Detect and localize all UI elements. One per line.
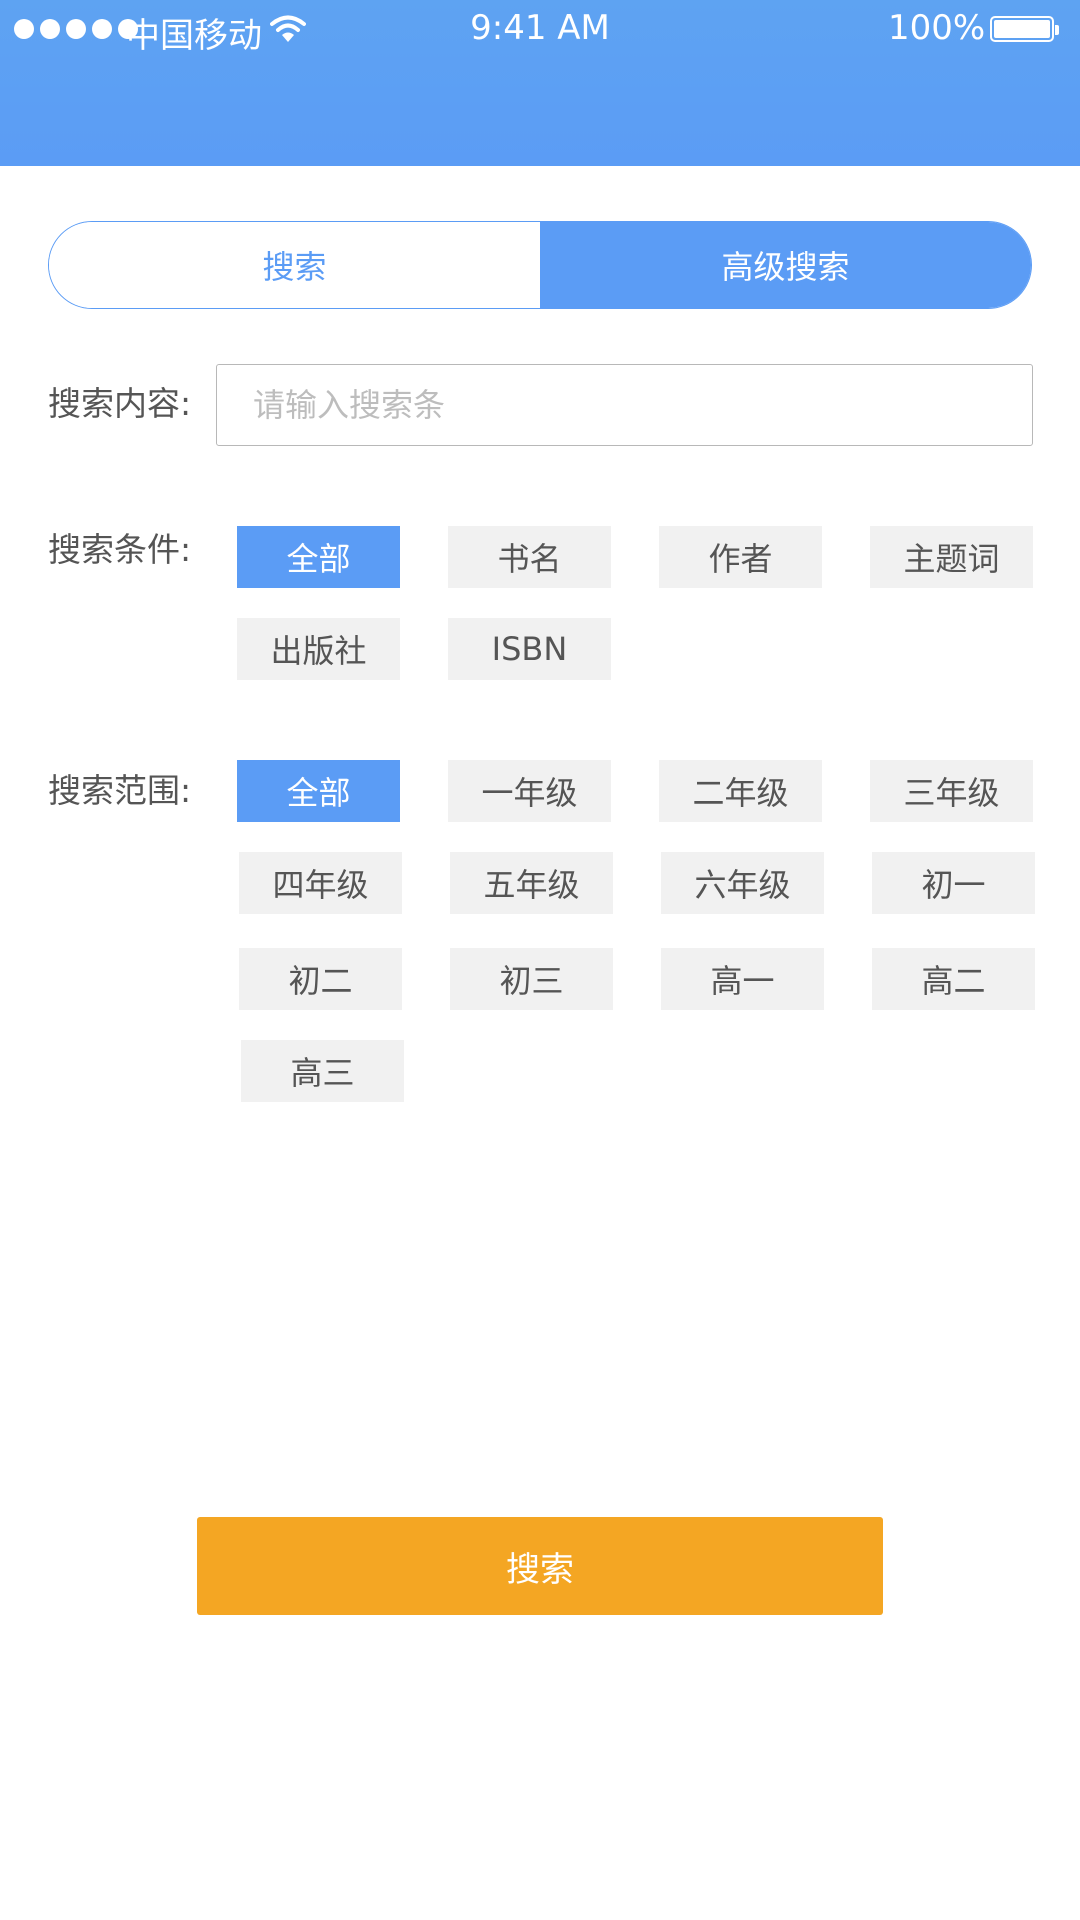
condition-chip-all[interactable]: 全部	[237, 526, 400, 588]
scope-chip-grade-2[interactable]: 二年级	[659, 760, 822, 822]
scope-chip-senior-1[interactable]: 高一	[661, 948, 824, 1010]
scope-chip-grade-5[interactable]: 五年级	[450, 852, 613, 914]
scope-chip-junior-1[interactable]: 初一	[872, 852, 1035, 914]
scope-chip-grade-1[interactable]: 一年级	[448, 760, 611, 822]
search-content-label: 搜索内容:	[48, 384, 192, 423]
search-input[interactable]	[216, 364, 1033, 446]
tab-search[interactable]: 搜索	[49, 222, 540, 308]
search-submit-button[interactable]: 搜索	[197, 1517, 883, 1615]
search-scope-label: 搜索范围:	[48, 771, 192, 810]
tab-advanced-search[interactable]: 高级搜索	[540, 222, 1031, 308]
scope-chip-grade-4[interactable]: 四年级	[239, 852, 402, 914]
condition-chip-author[interactable]: 作者	[659, 526, 822, 588]
condition-chip-publisher[interactable]: 出版社	[237, 618, 400, 680]
scope-chip-senior-3[interactable]: 高三	[241, 1040, 404, 1102]
scope-chip-grade-3[interactable]: 三年级	[870, 760, 1033, 822]
scope-chip-junior-2[interactable]: 初二	[239, 948, 402, 1010]
search-conditions-label: 搜索条件:	[48, 530, 192, 569]
scope-chip-junior-3[interactable]: 初三	[450, 948, 613, 1010]
scope-chip-senior-2[interactable]: 高二	[872, 948, 1035, 1010]
condition-chip-isbn[interactable]: ISBN	[448, 618, 611, 680]
battery-icon	[990, 16, 1059, 42]
advanced-search-screen: 中国移动 9:41 AM 100% 搜索 高级搜索 搜索内容: 搜索条件: 全部…	[0, 0, 1080, 1920]
status-bar: 中国移动 9:41 AM 100%	[0, 0, 1080, 60]
header-bar: 中国移动 9:41 AM 100%	[0, 0, 1080, 166]
condition-chip-title[interactable]: 书名	[448, 526, 611, 588]
search-mode-tabs: 搜索 高级搜索	[48, 221, 1032, 309]
scope-chip-grade-6[interactable]: 六年级	[661, 852, 824, 914]
scope-chip-all[interactable]: 全部	[237, 760, 400, 822]
battery-percentage: 100%	[888, 8, 986, 48]
condition-chip-subject[interactable]: 主题词	[870, 526, 1033, 588]
